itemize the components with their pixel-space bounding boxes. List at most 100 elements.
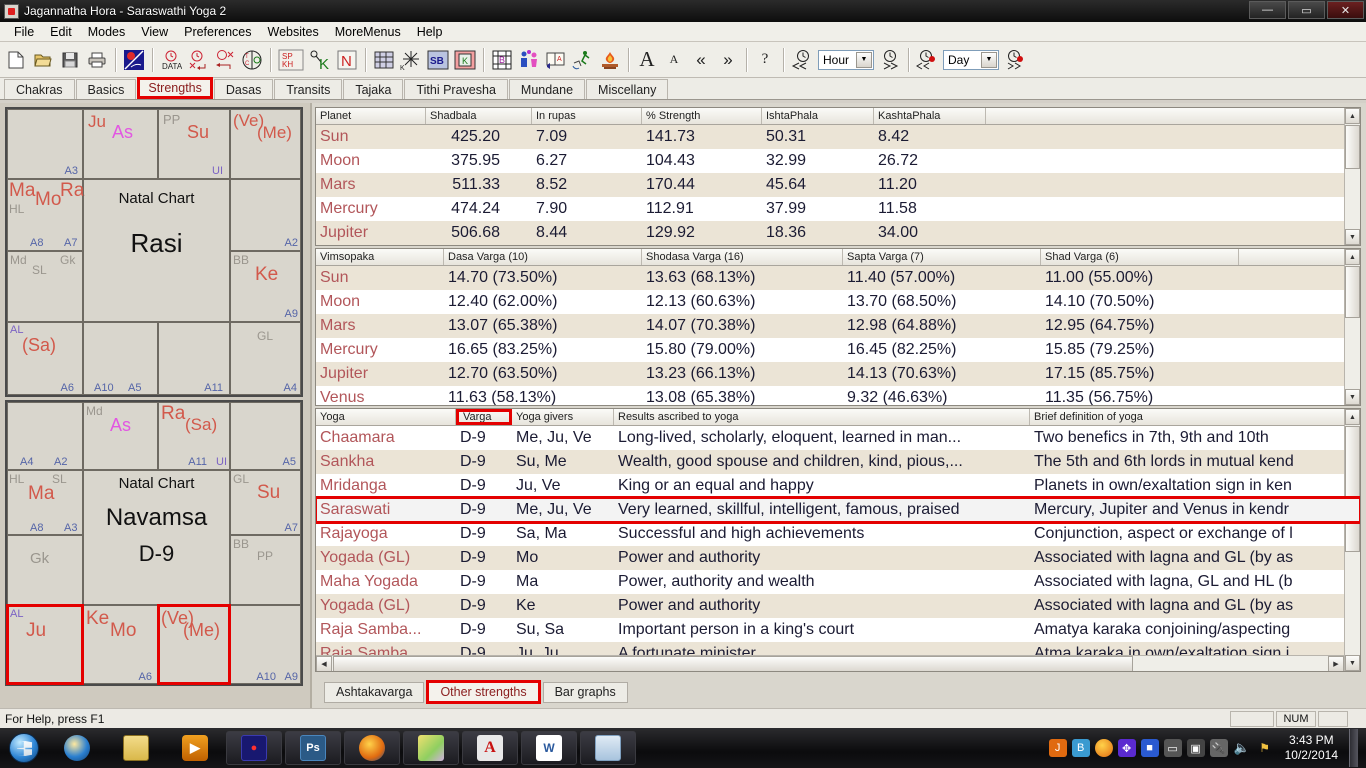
taskbar-jagannatha-hora[interactable]: ● [226,731,282,765]
rasi-cell-r4c2[interactable]: A10 A5 [83,322,158,395]
save-icon[interactable] [57,47,83,73]
col-definition[interactable]: Brief definition of yoga [1030,409,1360,425]
scroll-thumb-h[interactable] [333,656,1133,671]
tab-miscellany[interactable]: Miscellany [586,79,669,99]
nav-cell-r1c1[interactable]: A4 A2 [7,402,83,470]
help-icon[interactable]: ? [752,47,778,73]
table-row[interactable]: Mars 511.33 8.52 170.44 45.64 11.20 [316,173,1360,197]
rasi-cell-r1c2[interactable]: Ju As [83,109,158,179]
rasi-cell-r4c3[interactable]: A11 [158,322,230,395]
table-row-saraswati[interactable]: Saraswati D-9 Me, Ju, Ve Very learned, s… [316,496,1360,524]
tab-transits[interactable]: Transits [274,79,343,99]
n-icon[interactable]: N [334,47,360,73]
rasi-cell-r1c1[interactable]: A3 [7,109,83,179]
tab-dasas[interactable]: Dasas [213,79,274,99]
nav-cell-r1c4[interactable]: A5 [230,402,301,470]
table-row[interactable]: Moon 12.40 (62.00%) 12.13 (60.63%) 13.70… [316,290,1360,314]
nav-cell-r4c2[interactable]: Ke Mo A6 [83,605,158,684]
open-folder-icon[interactable] [30,47,56,73]
tab-basics[interactable]: Basics [75,79,137,99]
col-ishtaphala[interactable]: IshtaPhala [762,108,874,124]
firefox-tray-icon[interactable] [1094,739,1113,757]
new-document-icon[interactable] [3,47,29,73]
bluetooth-icon[interactable]: ✥ [1117,739,1136,757]
display-icon[interactable]: ■ [1140,739,1159,757]
table-row[interactable]: Mars 13.07 (65.38%) 14.07 (70.38%) 12.98… [316,314,1360,338]
shadbala-grid[interactable]: Planet Shadbala In rupas % Strength Isht… [315,107,1361,246]
key-k-icon[interactable]: K [307,47,333,73]
scroll-thumb[interactable] [1345,125,1360,169]
menu-edit[interactable]: Edit [42,23,80,41]
table-row[interactable]: Mridanga D-9 Ju, Ve King or an equal and… [316,474,1360,498]
col-shadbala[interactable]: Shadbala [426,108,532,124]
grid-icon[interactable] [371,47,397,73]
rasi-cell-r2c4[interactable]: A2 [230,179,301,251]
taskbar-firefox[interactable] [344,731,400,765]
flag-warning-icon[interactable]: ⚑ [1256,739,1274,757]
clock-day-fwd-icon[interactable] [1002,47,1028,73]
scroll-thumb[interactable] [1345,266,1360,318]
table-row[interactable]: Moon 375.95 6.27 104.43 32.99 26.72 [316,149,1360,173]
unplug-icon[interactable]: 🔌 [1209,739,1228,757]
scroll-up-icon[interactable]: ▲ [1345,249,1360,265]
scroll-up-icon[interactable]: ▲ [1345,409,1360,425]
tab-chakras[interactable]: Chakras [4,79,75,99]
scroll-up-icon[interactable]: ▲ [1345,108,1360,124]
tab-strengths[interactable]: Strengths [137,77,213,99]
dancer-icon[interactable] [570,47,596,73]
col-kashtaphala[interactable]: KashtaPhala [874,108,986,124]
sun-rays-icon[interactable]: K [398,47,424,73]
yoga-grid[interactable]: Yoga Varga Yoga givers Results ascribed … [315,408,1361,672]
nav-cell-r1c3[interactable]: Ra (Sa) A11 UI [158,402,230,470]
k-box-icon[interactable]: K [452,47,478,73]
col-vimsopaka[interactable]: Vimsopaka [316,249,444,265]
yoga-vertical-scrollbar[interactable]: ▲ ▼ [1344,409,1360,671]
taskbar-photoshop[interactable]: Ps [285,731,341,765]
b-grid-icon[interactable]: B [489,47,515,73]
scroll-down-icon[interactable]: ▼ [1345,655,1360,671]
nav-cell-r2c4[interactable]: GL Su A7 [230,470,301,535]
monitor-icon[interactable]: ▭ [1163,739,1182,757]
col-results[interactable]: Results ascribed to yoga [614,409,1030,425]
sp-kh-icon[interactable]: SP KH [276,47,306,73]
table-row[interactable]: Yogada (GL) D-9 Ke Power and authority A… [316,594,1360,618]
clock-day-back-icon[interactable] [914,47,940,73]
rasi-chart[interactable]: A3 Ju As PP Su UI (Ve) (Me) Ma Mo Ra HL … [5,107,303,397]
rasi-cell-r1c3[interactable]: PP Su UI [158,109,230,179]
scroll-down-icon[interactable]: ▼ [1345,389,1360,405]
nav-cell-r3c4[interactable]: BB PP [230,535,301,605]
menu-preferences[interactable]: Preferences [176,23,259,41]
next-double-icon[interactable]: » [715,47,741,73]
rasi-cell-r4c1[interactable]: AL (Sa) A6 [7,322,83,395]
navamsa-chart[interactable]: A4 A2 Md As Ra (Sa) A11 UI A5 HL SL Ma A… [5,400,303,686]
col-yoga[interactable]: Yoga [316,409,456,425]
font-large-icon[interactable]: A [634,47,660,73]
table-row[interactable]: Mercury 474.24 7.90 112.91 37.99 11.58 [316,197,1360,221]
volume-icon[interactable]: 🔈 [1233,739,1251,757]
minimize-button[interactable]: — [1249,1,1286,19]
hour-dropdown[interactable]: Hour ▼ [818,49,874,70]
table-row[interactable]: Raja Samba... D-9 Su, Sa Important perso… [316,618,1360,642]
col-planet[interactable]: Planet [316,108,426,124]
taskbar-internet-explorer[interactable] [49,731,105,765]
table-row[interactable]: Rajayoga D-9 Sa, Ma Successful and high … [316,522,1360,546]
col-sapta-varga[interactable]: Sapta Varga (7) [843,249,1041,265]
menu-websites[interactable]: Websites [260,23,327,41]
tab-ashtakavarga[interactable]: Ashtakavarga [324,681,425,703]
table-row[interactable]: Venus 11.63 (58.13%) 13.08 (65.38%) 9.32… [316,386,1360,405]
taskbar-file-explorer[interactable] [108,731,164,765]
scroll-thumb[interactable] [1345,426,1360,552]
scroll-left-icon[interactable]: ◀ [316,656,332,671]
col-varga[interactable]: Varga [456,409,512,425]
menu-view[interactable]: View [133,23,176,41]
table-row[interactable]: Sun 14.70 (73.50%) 13.63 (68.13%) 11.40 … [316,266,1360,290]
table-row[interactable]: Mercury 16.65 (83.25%) 15.80 (79.00%) 16… [316,338,1360,362]
rasi-cell-r1c4[interactable]: (Ve) (Me) [230,109,301,179]
day-dropdown[interactable]: Day ▼ [943,49,999,70]
menu-moremenus[interactable]: MoreMenus [327,23,409,41]
clock-back-icon[interactable] [185,47,211,73]
prev-double-icon[interactable]: « [688,47,714,73]
vimsopaka-grid[interactable]: Vimsopaka Dasa Varga (10) Shodasa Varga … [315,248,1361,406]
table-row[interactable]: Maha Yogada D-9 Ma Power, authority and … [316,570,1360,594]
table-row[interactable]: Jupiter 506.68 8.44 129.92 18.36 34.00 [316,221,1360,245]
